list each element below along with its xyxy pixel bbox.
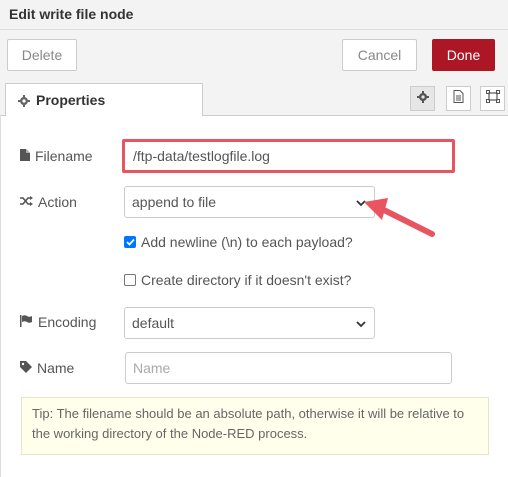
tab-settings[interactable] — [410, 86, 435, 111]
name-input[interactable]: Name — [125, 352, 452, 384]
tip-box: Tip: The filename should be an absolute … — [21, 397, 489, 455]
filename-highlight-box — [122, 139, 455, 173]
description-icon — [453, 89, 464, 108]
tab-properties-label: Properties — [36, 92, 106, 108]
tag-icon — [20, 360, 37, 376]
action-label-text: Action — [38, 194, 77, 210]
action-select[interactable]: append to file — [124, 186, 375, 218]
flag-icon — [20, 314, 38, 330]
tab-description[interactable] — [446, 86, 471, 111]
gear-icon — [18, 94, 30, 107]
add-newline-option[interactable]: Add newline (\n) to each payload? — [124, 234, 353, 250]
name-label-text: Name — [37, 360, 75, 376]
panel-border — [0, 115, 1, 477]
name-label: Name — [20, 360, 74, 376]
action-label: Action — [20, 194, 77, 210]
tab-appearance[interactable] — [480, 86, 505, 111]
tray-header: Edit write file node — [0, 0, 508, 30]
delete-button[interactable]: Delete — [7, 39, 77, 71]
done-button[interactable]: Done — [432, 39, 495, 71]
create-directory-label: Create directory if it doesn't exist? — [141, 272, 352, 288]
edit-node-tray: Edit write file node Delete Cancel Done … — [0, 0, 508, 477]
add-newline-label: Add newline (\n) to each payload? — [141, 234, 353, 250]
create-directory-checkbox[interactable] — [124, 274, 136, 286]
filename-label-text: Filename — [35, 148, 93, 164]
name-placeholder: Name — [133, 360, 171, 376]
gear-icon — [416, 90, 429, 108]
action-selected-value: append to file — [132, 194, 217, 210]
encoding-select[interactable]: default — [124, 307, 375, 339]
encoding-selected-value: default — [132, 315, 175, 331]
chevron-down-icon — [356, 315, 366, 331]
tip-text: Tip: The filename should be an absolute … — [32, 406, 465, 441]
tray-toolbar: Delete Cancel Done — [0, 30, 508, 75]
tab-properties[interactable]: Properties — [5, 83, 203, 116]
encoding-label-text: Encoding — [38, 314, 97, 330]
shuffle-icon — [20, 194, 38, 210]
encoding-label: Encoding — [20, 314, 96, 330]
annotation-arrow — [364, 198, 435, 237]
cancel-button[interactable]: Cancel — [342, 39, 417, 71]
appearance-icon — [485, 89, 500, 108]
filename-label: Filename — [20, 148, 93, 164]
create-directory-option[interactable]: Create directory if it doesn't exist? — [124, 272, 351, 288]
tray-title: Edit write file node — [9, 6, 134, 22]
checkmark-icon — [125, 238, 135, 246]
file-icon — [20, 148, 35, 164]
tabs-bar: Properties — [0, 75, 508, 116]
add-newline-checkbox[interactable] — [124, 236, 136, 248]
